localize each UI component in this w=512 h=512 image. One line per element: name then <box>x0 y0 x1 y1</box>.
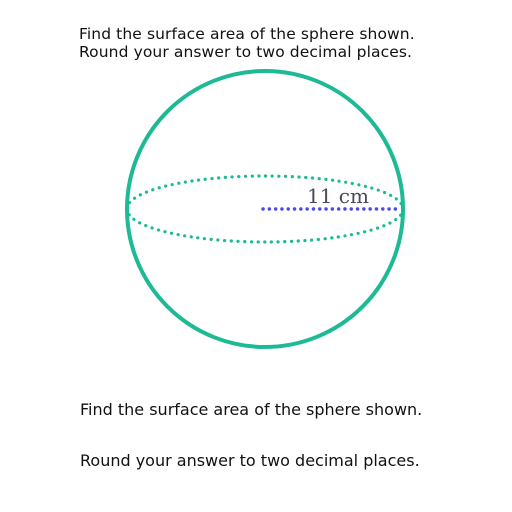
radius-label: 11 cm <box>307 184 369 208</box>
footer-question-line-2: Round your answer to two decimal places. <box>80 451 420 470</box>
sphere-outline <box>125 69 405 349</box>
page: Find the surface area of the sphere show… <box>0 0 512 512</box>
footer-question-line-1: Find the surface area of the sphere show… <box>80 400 423 419</box>
sphere-diagram: 11 cm <box>125 69 405 349</box>
